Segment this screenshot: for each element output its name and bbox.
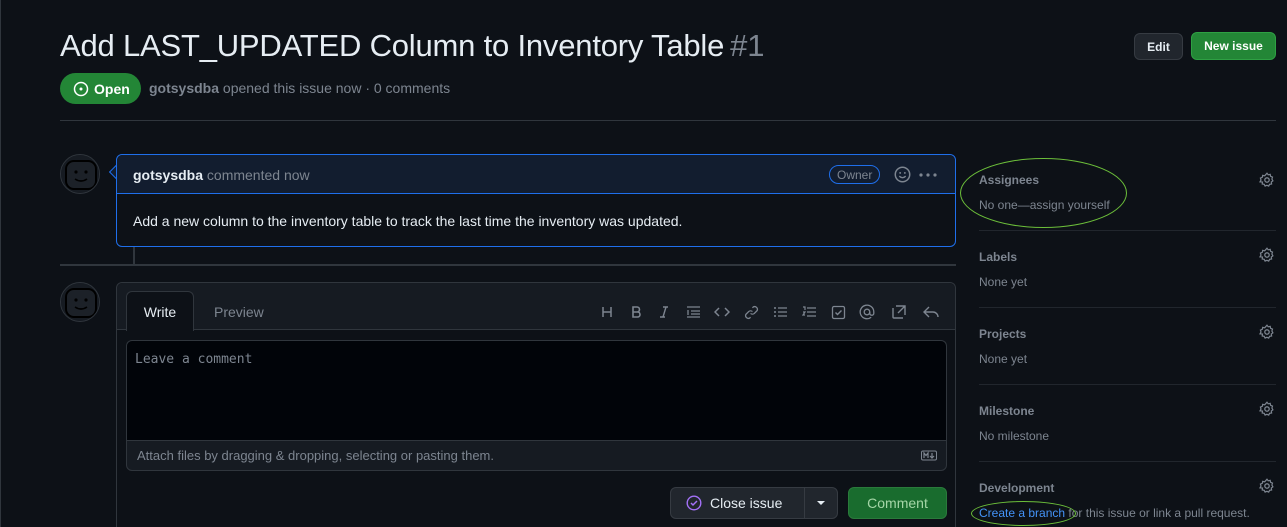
issue-opened-icon xyxy=(73,81,89,96)
sidebar-divider xyxy=(979,384,1276,385)
mention-icon[interactable] xyxy=(858,303,876,321)
close-issue-button[interactable]: Close issue xyxy=(671,488,805,518)
issue-state-label: Open xyxy=(94,80,130,97)
reply-icon[interactable] xyxy=(922,303,940,321)
unordered-list-icon[interactable] xyxy=(771,303,789,321)
issue-meta: gotsysdba opened this issue now · 0 comm… xyxy=(149,80,450,96)
tab-write[interactable]: Write xyxy=(126,291,194,331)
attach-files-text: Attach files by dragging & dropping, sel… xyxy=(137,448,494,463)
labels-gear-icon[interactable] xyxy=(1259,247,1275,263)
kebab-menu-icon[interactable] xyxy=(919,173,937,177)
heading-icon[interactable] xyxy=(598,303,616,321)
issue-title: Add LAST_UPDATED Column to Inventory Tab… xyxy=(60,26,764,66)
task-list-icon[interactable] xyxy=(829,303,847,321)
annotation-ring-create-branch xyxy=(971,501,1076,526)
issue-number: #1 xyxy=(730,28,765,63)
new-issue-button[interactable]: New issue xyxy=(1191,32,1276,60)
issue-closed-icon xyxy=(686,495,702,511)
comment-author-link[interactable]: gotsysdba xyxy=(133,167,203,183)
comment-header: gotsysdba commented now Owner xyxy=(117,155,955,194)
edit-button[interactable]: Edit xyxy=(1134,33,1183,60)
labels-title[interactable]: Labels xyxy=(979,250,1276,264)
avatar-face-icon xyxy=(61,283,99,321)
editor-header: Write Preview xyxy=(117,283,955,331)
tab-preview[interactable]: Preview xyxy=(214,304,264,320)
comment-button[interactable]: Comment xyxy=(848,487,947,519)
bold-icon[interactable] xyxy=(627,303,645,321)
reaction-smiley-icon[interactable] xyxy=(894,166,911,183)
avatar[interactable] xyxy=(60,154,100,194)
triangle-down-icon xyxy=(817,501,825,505)
comment-box: gotsysdba commented now Owner Add a new … xyxy=(116,154,956,247)
projects-title[interactable]: Projects xyxy=(979,327,1276,341)
comment-textarea[interactable]: Leave a comment xyxy=(126,340,947,440)
labels-value: None yet xyxy=(979,275,1028,289)
comment-author-line: gotsysdba commented now xyxy=(133,167,310,183)
development-suffix: for this issue or link a pull request. xyxy=(1065,506,1250,520)
issue-author-link[interactable]: gotsysdba xyxy=(149,80,219,96)
milestone-title[interactable]: Milestone xyxy=(979,404,1276,418)
comment-body: Add a new column to the inventory table … xyxy=(133,213,683,229)
timeline-line xyxy=(133,247,135,265)
close-issue-button-group: Close issue xyxy=(670,487,838,519)
development-title[interactable]: Development xyxy=(979,481,1276,495)
sidebar-divider xyxy=(979,230,1276,231)
attach-files-bar[interactable]: Attach files by dragging & dropping, sel… xyxy=(126,440,947,471)
sidebar-milestone: Milestone No milestone xyxy=(979,404,1276,443)
sidebar-divider xyxy=(979,461,1276,462)
sidebar-projects: Projects None yet xyxy=(979,327,1276,366)
avatar-face-icon xyxy=(61,155,99,193)
code-icon[interactable] xyxy=(713,303,731,321)
italic-icon[interactable] xyxy=(655,303,673,321)
left-border xyxy=(0,0,1,527)
sidebar-divider xyxy=(979,307,1276,308)
timeline-divider xyxy=(60,264,956,266)
comment-time[interactable]: commented now xyxy=(207,167,310,183)
comment-editor: Write Preview Leave a comment Attach fil… xyxy=(116,282,956,527)
close-issue-label: Close issue xyxy=(710,495,783,511)
link-icon[interactable] xyxy=(742,303,760,321)
sidebar-labels: Labels None yet xyxy=(979,250,1276,289)
header-divider xyxy=(60,120,1276,121)
owner-badge: Owner xyxy=(829,165,881,184)
milestone-gear-icon[interactable] xyxy=(1259,401,1275,417)
projects-gear-icon[interactable] xyxy=(1259,324,1275,340)
development-gear-icon[interactable] xyxy=(1259,478,1275,494)
ordered-list-icon[interactable] xyxy=(800,303,818,321)
close-issue-dropdown[interactable] xyxy=(805,488,837,518)
annotation-ring-assignees xyxy=(960,158,1127,228)
assignees-gear-icon[interactable] xyxy=(1259,172,1275,188)
issue-meta-text: opened this issue now · 0 comments xyxy=(222,80,451,96)
quote-icon[interactable] xyxy=(684,303,702,321)
projects-value: None yet xyxy=(979,352,1028,366)
milestone-value: No milestone xyxy=(979,429,1050,443)
avatar[interactable] xyxy=(60,282,100,322)
issue-title-text: Add LAST_UPDATED Column to Inventory Tab… xyxy=(60,28,725,63)
markdown-icon[interactable] xyxy=(921,450,937,461)
reference-icon[interactable] xyxy=(890,303,908,321)
issue-state-badge: Open xyxy=(60,73,141,104)
